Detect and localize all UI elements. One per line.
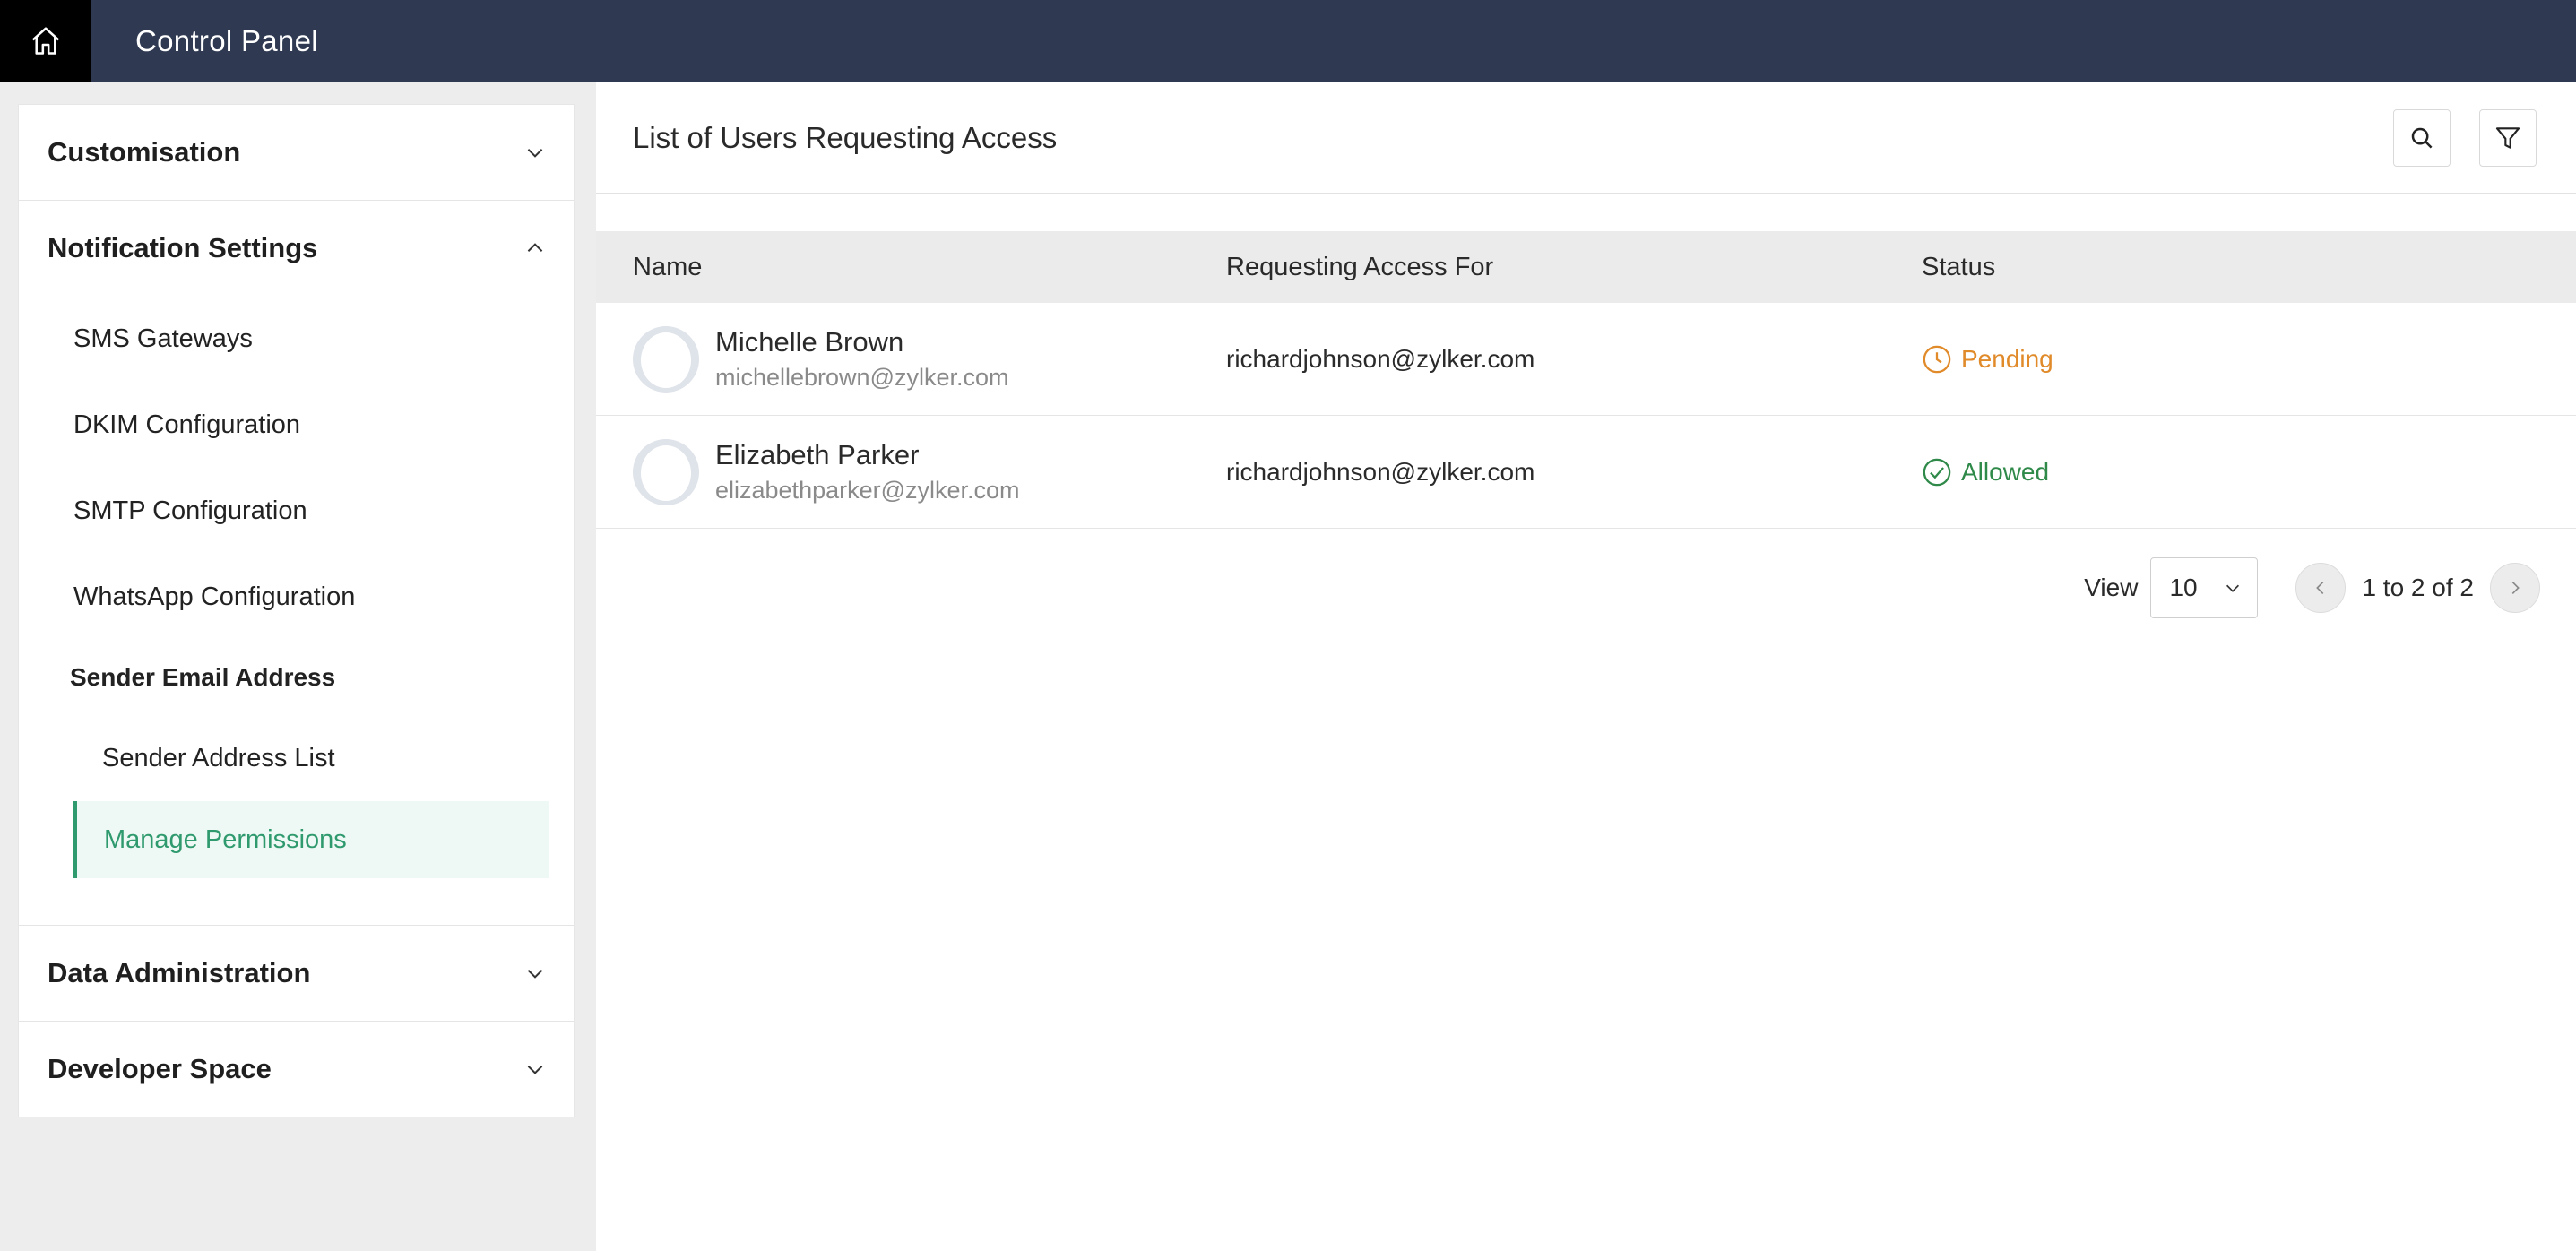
page-size-value: 10: [2169, 574, 2198, 601]
chevron-right-icon: [2511, 581, 2520, 595]
user-email: michellebrown@zylker.com: [715, 364, 1009, 391]
sidebar-item-manage-permissions[interactable]: Manage Permissions: [73, 801, 549, 878]
sidebar: Customisation Notification Settings SMS …: [18, 104, 575, 1117]
page-range: 1 to 2 of 2: [2362, 574, 2474, 601]
status-text: Allowed: [1961, 457, 2050, 486]
requesting-email: richardjohnson@zylker.com: [1226, 344, 1535, 373]
section-title: Data Administration: [48, 957, 311, 988]
clock-icon: [1923, 345, 1951, 373]
user-name: Michelle Brown: [715, 326, 904, 358]
home-button[interactable]: [0, 0, 91, 82]
search-button[interactable]: [2393, 108, 2451, 167]
status-badge: Pending: [1922, 344, 2576, 375]
section-data-administration[interactable]: Data Administration: [19, 926, 574, 1021]
access-requests-table: Name Requesting Access For Status Michel…: [596, 231, 2576, 529]
page-title: List of Users Requesting Access: [633, 120, 1058, 154]
user-name: Elizabeth Parker: [715, 439, 920, 470]
user-email: elizabethparker@zylker.com: [715, 477, 1020, 504]
section-developer-space[interactable]: Developer Space: [19, 1022, 574, 1117]
chevron-down-icon: [527, 1066, 543, 1074]
table-header: Name Requesting Access For Status: [596, 231, 2576, 303]
table-row[interactable]: Elizabeth Parker elizabethparker@zylker.…: [596, 416, 2576, 529]
main-header: List of Users Requesting Access: [596, 82, 2576, 194]
sidebar-item-whatsapp-configuration[interactable]: WhatsApp Configuration: [19, 554, 574, 640]
app-title: Control Panel: [135, 24, 318, 57]
avatar: [633, 325, 699, 393]
section-title: Developer Space: [48, 1053, 272, 1084]
home-icon: [31, 27, 59, 55]
chevron-down-icon: [2226, 584, 2240, 592]
filter-button[interactable]: [2479, 108, 2537, 167]
view-label: View: [2084, 574, 2139, 601]
user-cell: Elizabeth Parker elizabethparker@zylker.…: [596, 438, 1226, 505]
section-customisation[interactable]: Customisation: [19, 105, 574, 200]
requesting-email: richardjohnson@zylker.com: [1226, 457, 1535, 486]
sidebar-item-dkim-configuration[interactable]: DKIM Configuration: [19, 382, 574, 468]
check-circle-icon: [1923, 458, 1951, 486]
section-title: Notification Settings: [48, 232, 318, 263]
notification-settings-body: SMS Gateways DKIM Configuration SMTP Con…: [19, 296, 574, 925]
search-icon: [2411, 127, 2433, 149]
table-row[interactable]: Michelle Brown michellebrown@zylker.com …: [596, 303, 2576, 416]
section-notification-settings[interactable]: Notification Settings: [19, 201, 574, 296]
user-cell: Michelle Brown michellebrown@zylker.com: [596, 325, 1226, 393]
status-badge: Allowed: [1922, 457, 2576, 487]
prev-page-button[interactable]: [2295, 563, 2347, 613]
header-actions: [2393, 108, 2537, 167]
sidebar-item-sender-address-list[interactable]: Sender Address List: [19, 715, 574, 801]
sender-email-group-title: Sender Email Address: [70, 663, 336, 691]
page-size-select[interactable]: 10: [2150, 557, 2259, 618]
column-header-status[interactable]: Status: [1922, 253, 2576, 282]
pagination: View 10 1 to 2 of 2: [2084, 557, 2540, 618]
status-text: Pending: [1961, 344, 2053, 373]
filter-icon: [2495, 126, 2520, 149]
column-header-name[interactable]: Name: [596, 253, 1226, 282]
next-page-button[interactable]: [2490, 563, 2540, 613]
sidebar-area: Customisation Notification Settings SMS …: [0, 82, 596, 1251]
top-bar: Control Panel: [0, 0, 2576, 82]
main-panel: List of Users Requesting Access Name Req…: [596, 82, 2576, 1251]
chevron-down-icon: [527, 970, 543, 979]
chevron-up-icon: [527, 243, 543, 252]
chevron-down-icon: [527, 149, 543, 158]
column-header-requesting[interactable]: Requesting Access For: [1226, 253, 1922, 282]
sidebar-item-smtp-configuration[interactable]: SMTP Configuration: [19, 468, 574, 554]
avatar: [633, 438, 699, 505]
sidebar-item-sms-gateways[interactable]: SMS Gateways: [19, 296, 574, 382]
chevron-left-icon: [2316, 581, 2324, 595]
section-title: Customisation: [48, 136, 241, 168]
